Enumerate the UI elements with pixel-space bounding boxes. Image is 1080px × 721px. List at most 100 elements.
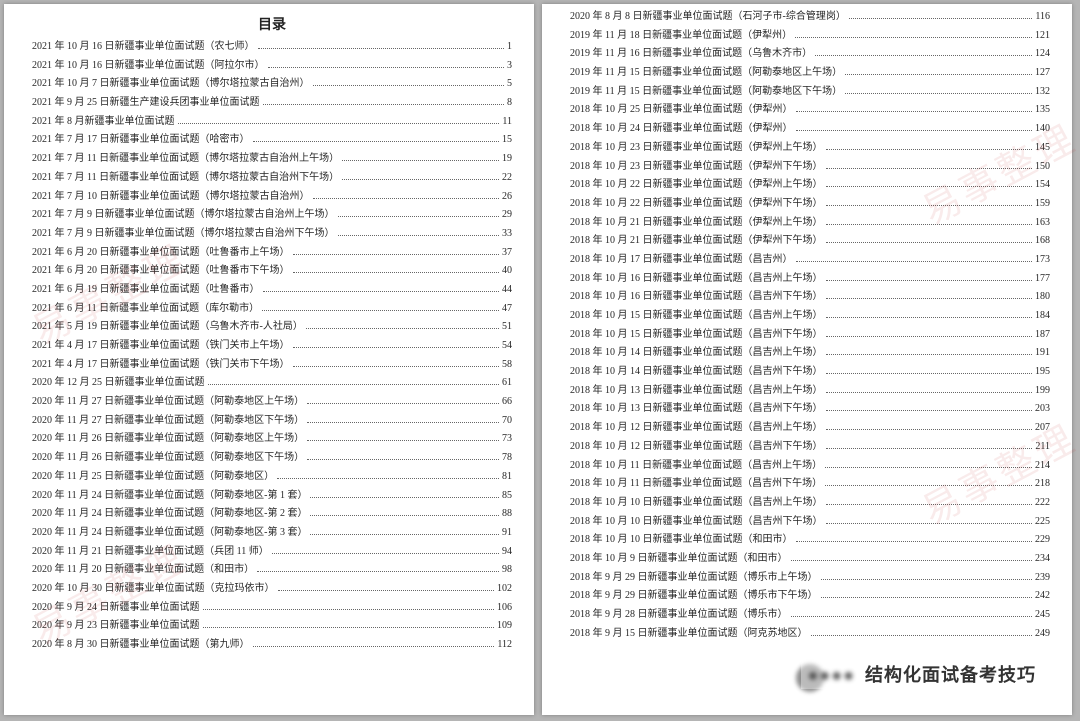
toc-entry[interactable]: 2018 年 10 月 17 日新疆事业单位面试题（昌吉州）173 xyxy=(570,255,1050,265)
toc-entry[interactable]: 2018 年 10 月 10 日新疆事业单位面试题（和田市）229 xyxy=(570,535,1050,545)
toc-entry[interactable]: 2018 年 10 月 23 日新疆事业单位面试题（伊犁州上午场）145 xyxy=(570,143,1050,153)
toc-entry[interactable]: 2020 年 11 月 24 日新疆事业单位面试题（阿勒泰地区-第 2 套）88 xyxy=(32,509,512,519)
toc-entry-label: 2018 年 9 月 15 日新疆事业单位面试题（阿克苏地区） xyxy=(570,629,808,639)
toc-entry[interactable]: 2019 年 11 月 16 日新疆事业单位面试题（乌鲁木齐市）124 xyxy=(570,49,1050,59)
toc-entry-label: 2019 年 11 月 15 日新疆事业单位面试题（阿勒泰地区上午场） xyxy=(570,68,842,78)
toc-entry[interactable]: 2018 年 9 月 29 日新疆事业单位面试题（博乐市上午场）239 xyxy=(570,573,1050,583)
toc-leader-dots xyxy=(338,216,500,217)
toc-leader-dots xyxy=(826,168,1033,169)
toc-entry[interactable]: 2019 年 11 月 18 日新疆事业单位面试题（伊犁州）121 xyxy=(570,31,1050,41)
toc-entry[interactable]: 2020 年 11 月 21 日新疆事业单位面试题（兵团 11 师）94 xyxy=(32,547,512,557)
toc-leader-dots xyxy=(796,111,1033,112)
toc-leader-dots xyxy=(826,298,1033,299)
toc-leader-dots xyxy=(342,160,499,161)
toc-entry[interactable]: 2018 年 10 月 14 日新疆事业单位面试题（昌吉州上午场）191 xyxy=(570,348,1050,358)
toc-entry[interactable]: 2020 年 8 月 8 日新疆事业单位面试题（石河子市-综合管理岗）116 xyxy=(570,12,1050,22)
toc-entry[interactable]: 2018 年 10 月 24 日新疆事业单位面试题（伊犁州）140 xyxy=(570,124,1050,134)
toc-entry[interactable]: 2018 年 9 月 15 日新疆事业单位面试题（阿克苏地区）249 xyxy=(570,629,1050,639)
toc-entry[interactable]: 2020 年 9 月 23 日新疆事业单位面试题109 xyxy=(32,621,512,631)
toc-entry-page: 15 xyxy=(502,135,512,145)
toc-entry[interactable]: 2020 年 11 月 26 日新疆事业单位面试题（阿勒泰地区下午场）78 xyxy=(32,453,512,463)
toc-entry[interactable]: 2021 年 10 月 16 日新疆事业单位面试题（农七师）1 xyxy=(32,42,512,52)
toc-entry[interactable]: 2018 年 10 月 9 日新疆事业单位面试题（和田市）234 xyxy=(570,554,1050,564)
toc-leader-dots xyxy=(307,440,499,441)
toc-entry-page: 58 xyxy=(502,360,512,370)
toc-entry-label: 2021 年 9 月 25 日新疆生产建设兵团事业单位面试题 xyxy=(32,98,260,108)
toc-leader-dots xyxy=(791,616,1033,617)
toc-leader-dots xyxy=(257,571,499,572)
toc-leader-dots xyxy=(268,67,505,68)
toc-entry[interactable]: 2021 年 6 月 20 日新疆事业单位面试题（吐鲁番市上午场）37 xyxy=(32,248,512,258)
toc-entry[interactable]: 2021 年 6 月 11 日新疆事业单位面试题（库尔勒市）47 xyxy=(32,304,512,314)
toc-entry[interactable]: 2018 年 10 月 10 日新疆事业单位面试题（昌吉州上午场）222 xyxy=(570,498,1050,508)
toc-entry-label: 2021 年 7 月 9 日新疆事业单位面试题（博尔塔拉蒙古自治州下午场） xyxy=(32,229,335,239)
toc-entry[interactable]: 2018 年 9 月 28 日新疆事业单位面试题（博乐市）245 xyxy=(570,610,1050,620)
toc-entry[interactable]: 2020 年 11 月 25 日新疆事业单位面试题（阿勒泰地区）81 xyxy=(32,472,512,482)
toc-entry[interactable]: 2018 年 10 月 25 日新疆事业单位面试题（伊犁州）135 xyxy=(570,105,1050,115)
toc-entry-page: 44 xyxy=(502,285,512,295)
toc-entry[interactable]: 2018 年 10 月 15 日新疆事业单位面试题（昌吉州上午场）184 xyxy=(570,311,1050,321)
toc-entry[interactable]: 2021 年 7 月 9 日新疆事业单位面试题（博尔塔拉蒙古自治州上午场）29 xyxy=(32,210,512,220)
toc-entry[interactable]: 2018 年 10 月 14 日新疆事业单位面试题（昌吉州下午场）195 xyxy=(570,367,1050,377)
toc-entry-label: 2021 年 7 月 11 日新疆事业单位面试题（博尔塔拉蒙古自治州下午场） xyxy=(32,173,339,183)
toc-entry[interactable]: 2020 年 8 月 30 日新疆事业单位面试题（第九师）112 xyxy=(32,640,512,650)
toc-entry[interactable]: 2020 年 12 月 25 日新疆事业单位面试题61 xyxy=(32,378,512,388)
toc-entry[interactable]: 2018 年 10 月 15 日新疆事业单位面试题（昌吉州下午场）187 xyxy=(570,330,1050,340)
toc-entry[interactable]: 2018 年 10 月 23 日新疆事业单位面试题（伊犁州下午场）150 xyxy=(570,162,1050,172)
toc-leader-dots xyxy=(826,504,1033,505)
toc-entry[interactable]: 2018 年 10 月 22 日新疆事业单位面试题（伊犁州下午场）159 xyxy=(570,199,1050,209)
toc-entry-label: 2021 年 6 月 19 日新疆事业单位面试题（吐鲁番市） xyxy=(32,285,260,295)
toc-entry[interactable]: 2021 年 5 月 19 日新疆事业单位面试题（乌鲁木齐市-人社局）51 xyxy=(32,322,512,332)
toc-entry[interactable]: 2018 年 10 月 11 日新疆事业单位面试题（昌吉州下午场）218 xyxy=(570,479,1050,489)
toc-entry[interactable]: 2021 年 4 月 17 日新疆事业单位面试题（铁门关市上午场）54 xyxy=(32,341,512,351)
toc-entry-label: 2020 年 8 月 30 日新疆事业单位面试题（第九师） xyxy=(32,640,250,650)
toc-entry[interactable]: 2018 年 9 月 29 日新疆事业单位面试题（博乐市下午场）242 xyxy=(570,591,1050,601)
toc-entry[interactable]: 2020 年 11 月 26 日新疆事业单位面试题（阿勒泰地区上午场）73 xyxy=(32,434,512,444)
toc-entry[interactable]: 2018 年 10 月 13 日新疆事业单位面试题（昌吉州下午场）203 xyxy=(570,404,1050,414)
toc-entry[interactable]: 2018 年 10 月 12 日新疆事业单位面试题（昌吉州下午场）211 xyxy=(570,442,1050,452)
toc-entry[interactable]: 2020 年 11 月 24 日新疆事业单位面试题（阿勒泰地区-第 1 套）85 xyxy=(32,491,512,501)
toc-entry-page: 3 xyxy=(507,61,512,71)
toc-entry[interactable]: 2021 年 8 月新疆事业单位面试题11 xyxy=(32,117,512,127)
toc-entry[interactable]: 2021 年 4 月 17 日新疆事业单位面试题（铁门关市下午场）58 xyxy=(32,360,512,370)
toc-leader-dots xyxy=(849,18,1033,19)
toc-entry[interactable]: 2020 年 11 月 27 日新疆事业单位面试题（阿勒泰地区上午场）66 xyxy=(32,397,512,407)
toc-entry[interactable]: 2018 年 10 月 16 日新疆事业单位面试题（昌吉州上午场）177 xyxy=(570,274,1050,284)
toc-entry[interactable]: 2018 年 10 月 16 日新疆事业单位面试题（昌吉州下午场）180 xyxy=(570,292,1050,302)
toc-entry-page: 207 xyxy=(1035,423,1050,433)
toc-entry[interactable]: 2021 年 7 月 9 日新疆事业单位面试题（博尔塔拉蒙古自治州下午场）33 xyxy=(32,229,512,239)
toc-entry-label: 2020 年 11 月 27 日新疆事业单位面试题（阿勒泰地区上午场） xyxy=(32,397,304,407)
toc-entry[interactable]: 2020 年 11 月 20 日新疆事业单位面试题（和田市）98 xyxy=(32,565,512,575)
toc-entry[interactable]: 2018 年 10 月 22 日新疆事业单位面试题（伊犁州上午场）154 xyxy=(570,180,1050,190)
toc-entry[interactable]: 2019 年 11 月 15 日新疆事业单位面试题（阿勒泰地区下午场）132 xyxy=(570,87,1050,97)
toc-entry[interactable]: 2021 年 6 月 19 日新疆事业单位面试题（吐鲁番市） 44 xyxy=(32,285,512,295)
toc-entry[interactable]: 2020 年 10 月 30 日新疆事业单位面试题（克拉玛依市）102 xyxy=(32,584,512,594)
toc-entry[interactable]: 2018 年 10 月 10 日新疆事业单位面试题（昌吉州下午场）225 xyxy=(570,517,1050,527)
toc-entry[interactable]: 2021 年 7 月 11 日新疆事业单位面试题（博尔塔拉蒙古自治州上午场）19 xyxy=(32,154,512,164)
toc-entry-page: 180 xyxy=(1035,292,1050,302)
toc-entry[interactable]: 2021 年 6 月 20 日新疆事业单位面试题（吐鲁番市下午场）40 xyxy=(32,266,512,276)
toc-entry[interactable]: 2021 年 9 月 25 日新疆生产建设兵团事业单位面试题8 xyxy=(32,98,512,108)
toc-entry[interactable]: 2021 年 10 月 7 日新疆事业单位面试题（博尔塔拉蒙古自治州）5 xyxy=(32,79,512,89)
page-left: 易事整理 易事整理 目录 2021 年 10 月 16 日新疆事业单位面试题（农… xyxy=(4,4,534,715)
toc-entry[interactable]: 2018 年 10 月 21 日新疆事业单位面试题（伊犁州上午场）163 xyxy=(570,218,1050,228)
toc-entry[interactable]: 2021 年 7 月 17 日新疆事业单位面试题（哈密市）15 xyxy=(32,135,512,145)
toc-entry-label: 2020 年 11 月 24 日新疆事业单位面试题（阿勒泰地区-第 1 套） xyxy=(32,491,307,501)
toc-entry[interactable]: 2018 年 10 月 12 日新疆事业单位面试题（昌吉州上午场）207 xyxy=(570,423,1050,433)
toc-entry[interactable]: 2020 年 9 月 24 日新疆事业单位面试题106 xyxy=(32,603,512,613)
toc-leader-dots xyxy=(796,541,1033,542)
toc-entry[interactable]: 2020 年 11 月 24 日新疆事业单位面试题（阿勒泰地区-第 3 套）91 xyxy=(32,528,512,538)
toc-entry[interactable]: 2018 年 10 月 13 日新疆事业单位面试题（昌吉州上午场）199 xyxy=(570,386,1050,396)
page-right: 易事整理 易事整理 2020 年 8 月 8 日新疆事业单位面试题（石河子市-综… xyxy=(542,4,1072,715)
toc-entry[interactable]: 2021 年 7 月 11 日新疆事业单位面试题（博尔塔拉蒙古自治州下午场）22 xyxy=(32,173,512,183)
toc-entry[interactable]: 2019 年 11 月 15 日新疆事业单位面试题（阿勒泰地区上午场）127 xyxy=(570,68,1050,78)
toc-entry[interactable]: 2018 年 10 月 11 日新疆事业单位面试题（昌吉州上午场）214 xyxy=(570,461,1050,471)
toc-entry[interactable]: 2020 年 11 月 27 日新疆事业单位面试题（阿勒泰地区下午场）70 xyxy=(32,416,512,426)
account-tagline: 结构化面试备考技巧 xyxy=(865,665,1036,685)
toc-entry-label: 2021 年 10 月 16 日新疆事业单位面试题（阿拉尔市） xyxy=(32,61,265,71)
toc-entry[interactable]: 2021 年 10 月 16 日新疆事业单位面试题（阿拉尔市） 3 xyxy=(32,61,512,71)
toc-entry-label: 2018 年 10 月 23 日新疆事业单位面试题（伊犁州上午场） xyxy=(570,143,823,153)
toc-entry[interactable]: 2021 年 7 月 10 日新疆事业单位面试题（博尔塔拉蒙古自治州）26 xyxy=(32,192,512,202)
toc-entry[interactable]: 2018 年 10 月 21 日新疆事业单位面试题（伊犁州下午场）168 xyxy=(570,236,1050,246)
toc-entry-page: 203 xyxy=(1035,404,1050,414)
